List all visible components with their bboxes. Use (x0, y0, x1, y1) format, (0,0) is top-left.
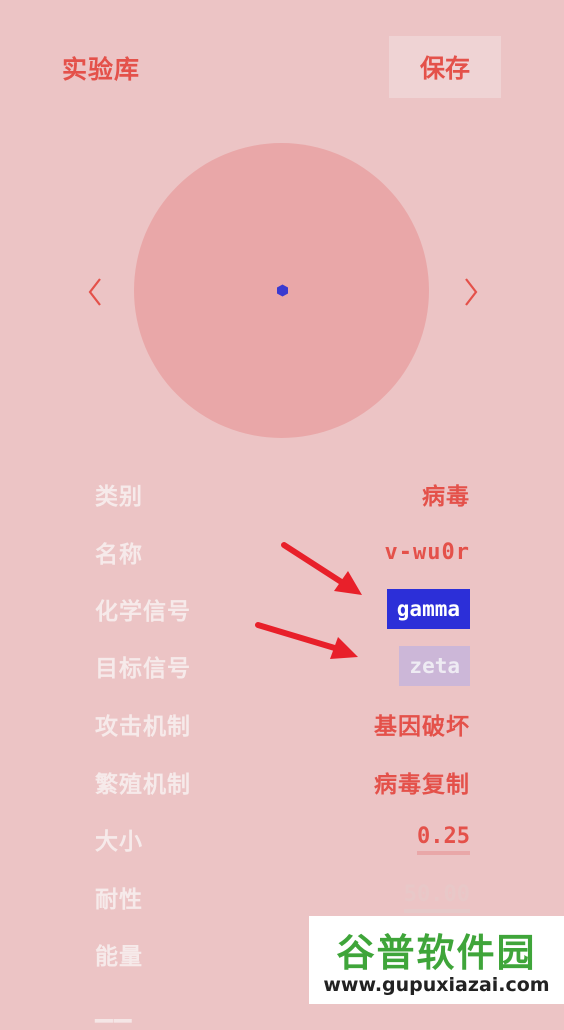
next-button[interactable] (456, 272, 486, 312)
chevron-right-icon (465, 278, 478, 306)
property-value[interactable]: 基因破坏 (374, 707, 470, 741)
property-label: 耐性 (95, 887, 143, 913)
prev-button[interactable] (80, 272, 110, 312)
property-row-name: 名称 v-wu0r (95, 532, 470, 572)
property-label: 目标信号 (95, 656, 191, 682)
property-row-resistance: 耐性 50.00 (95, 877, 470, 917)
property-value[interactable]: 病毒复制 (374, 765, 470, 799)
resistance-input[interactable]: 50.00 (403, 882, 470, 913)
property-label-cut: ▁▁ (95, 997, 133, 1023)
property-label: 攻击机制 (95, 714, 191, 740)
target-signal-tag[interactable]: zeta (399, 646, 470, 686)
hexagon-core-icon (277, 284, 288, 297)
property-label: 化学信号 (95, 599, 191, 625)
property-row-size: 大小 0.25 (95, 819, 470, 859)
watermark-url: www.gupuxiazai.com (323, 974, 550, 996)
property-label: 大小 (95, 829, 143, 855)
property-row-chemical-signal: 化学信号 gamma (95, 589, 470, 629)
library-title: 实验库 (62, 55, 141, 84)
chevron-left-icon (88, 278, 101, 306)
property-label: 名称 (95, 542, 143, 568)
property-row-category: 类别 病毒 (95, 474, 470, 514)
property-row-attack-mechanism: 攻击机制 基因破坏 (95, 704, 470, 744)
property-label: 繁殖机制 (95, 772, 191, 798)
size-input[interactable]: 0.25 (417, 824, 470, 855)
property-value: 病毒 (422, 484, 470, 510)
name-value[interactable]: v-wu0r (385, 540, 470, 565)
watermark-title: 谷普软件园 (336, 931, 537, 975)
watermark-logo: 谷普软件园 www.gupuxiazai.com (309, 916, 564, 1004)
chemical-signal-tag[interactable]: gamma (386, 589, 470, 629)
property-row-reproduction: 繁殖机制 病毒复制 (95, 762, 470, 802)
property-label: 类别 (95, 484, 143, 510)
save-button[interactable]: 保存 (389, 36, 501, 98)
property-label: 能量 (95, 944, 143, 970)
property-row-target-signal: 目标信号 zeta (95, 646, 470, 686)
